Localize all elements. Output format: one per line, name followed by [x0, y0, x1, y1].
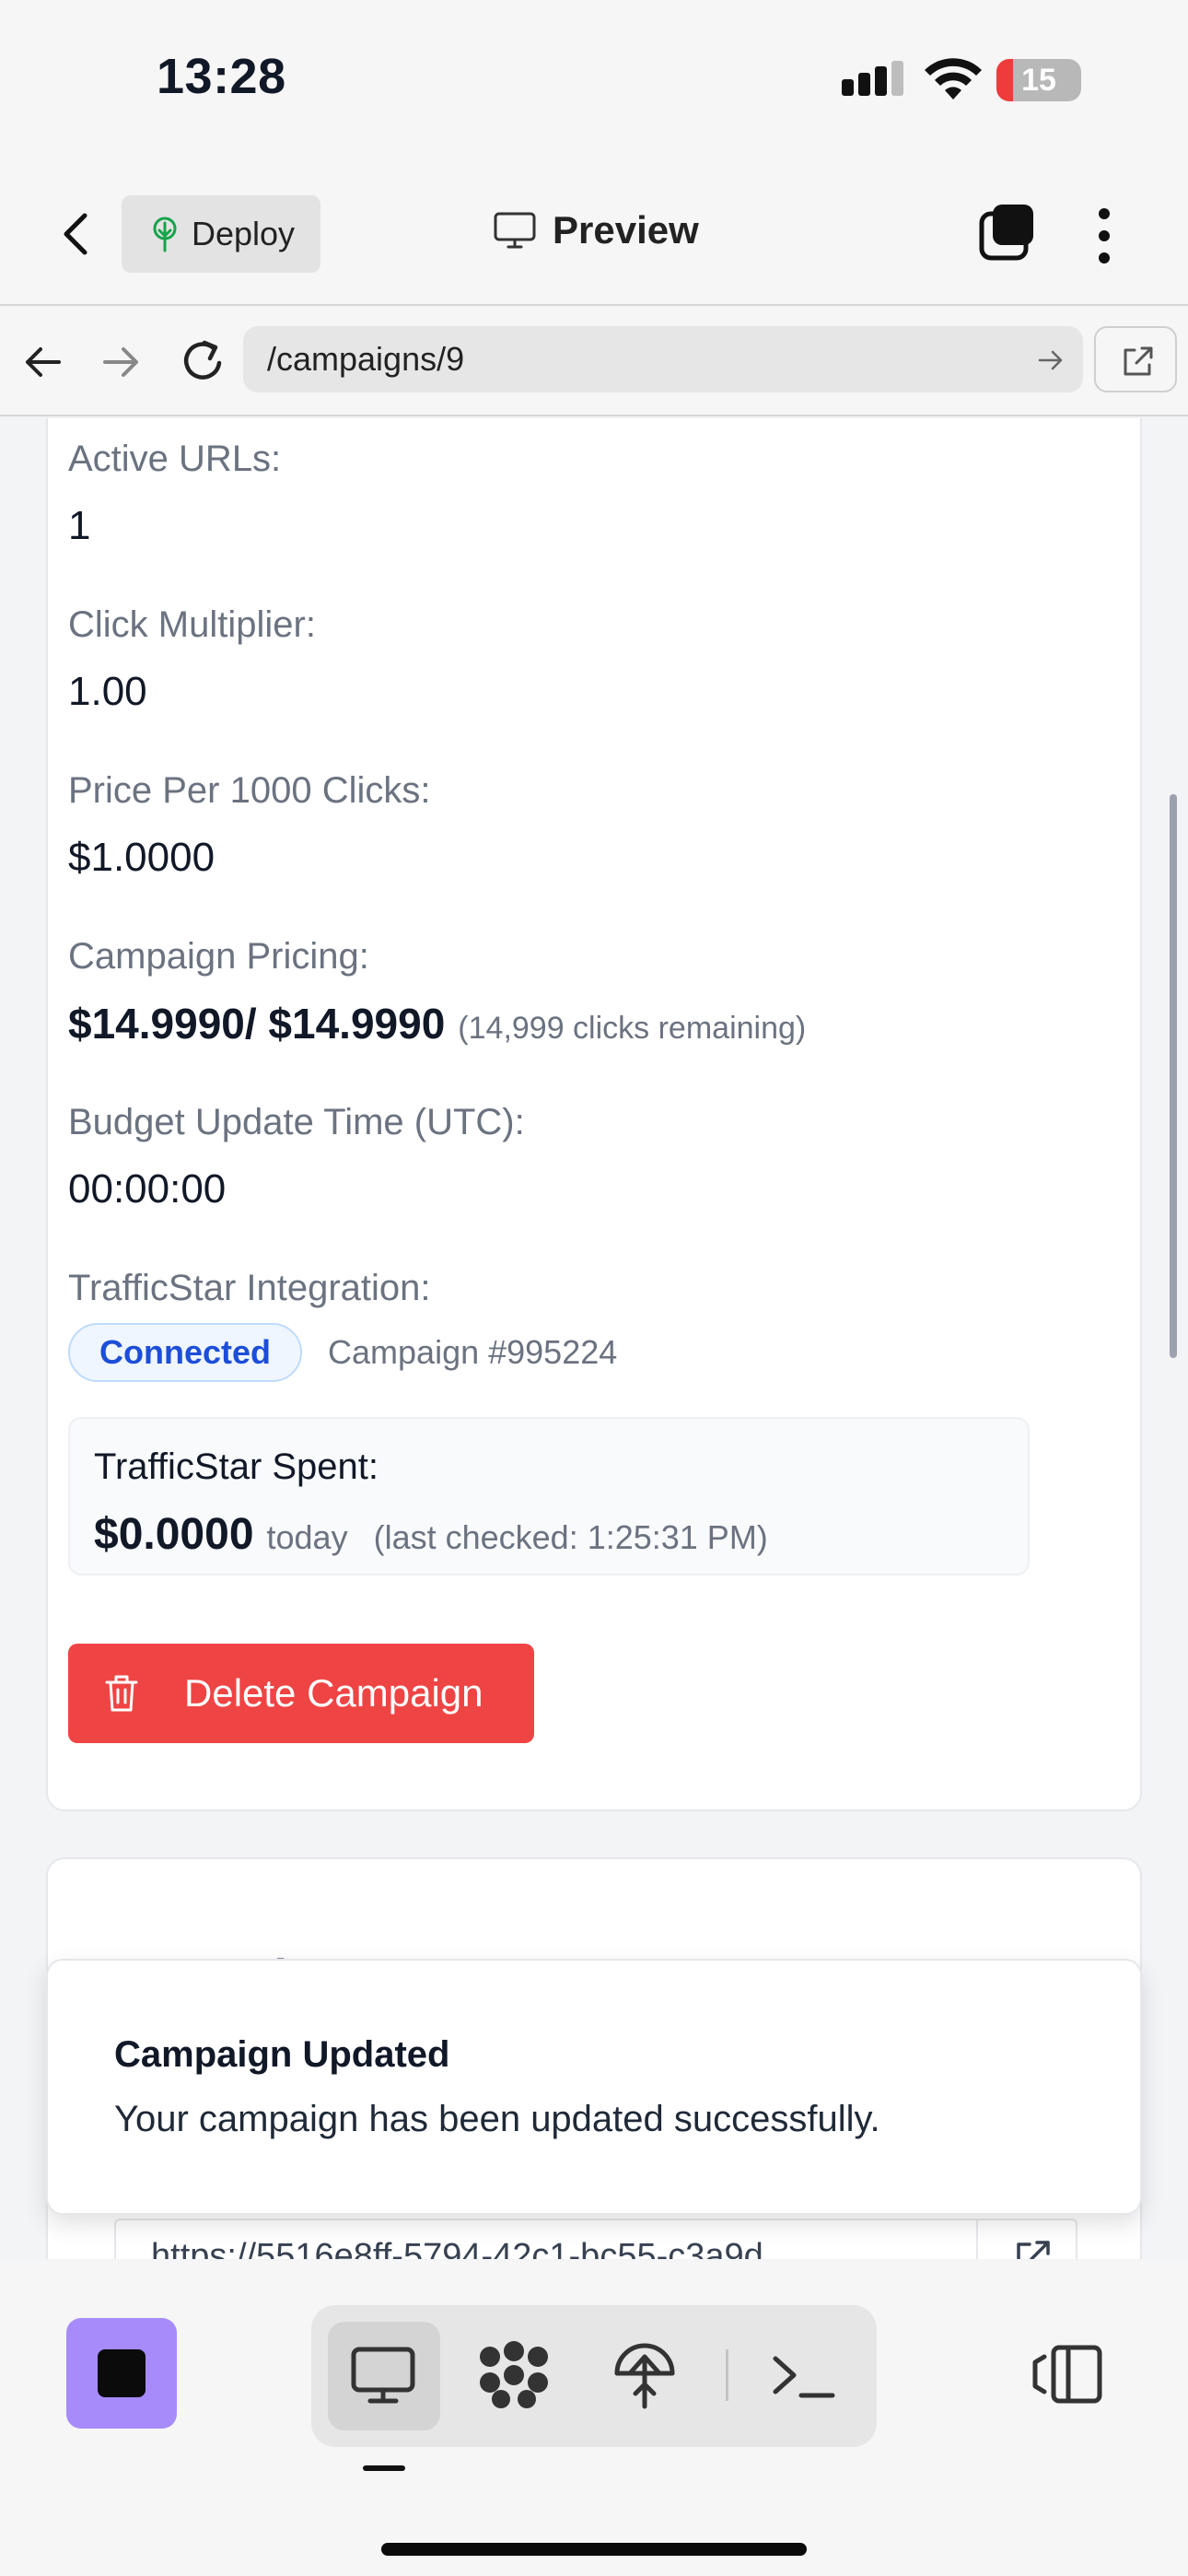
trafficstar-status-row: Connected Campaign #995224 [68, 1323, 617, 1382]
campaign-pricing-label: Campaign Pricing: [68, 936, 369, 977]
desktop-icon[interactable] [346, 2338, 420, 2412]
spent-period: today [266, 1518, 348, 1556]
deploy-button[interactable]: Deploy [122, 195, 320, 273]
url-row-divider [976, 2220, 978, 2259]
url-input[interactable]: /campaigns/9 [243, 326, 1083, 392]
preview-label: Preview [553, 208, 699, 252]
bottom-toolbar [0, 2261, 1188, 2576]
spent-row: $0.0000 today (last checked: 1:25:31 PM) [94, 1509, 768, 1560]
delete-campaign-button[interactable]: Delete Campaign [68, 1644, 534, 1743]
nav-back-arrow-icon[interactable] [22, 341, 64, 383]
browser-url-bar: /campaigns/9 [0, 308, 1188, 416]
toolbar-divider [726, 2349, 728, 2401]
campaign-pricing-row: $14.9990/ $14.9990 (14,999 clicks remain… [68, 999, 806, 1048]
battery-level: 15 [1021, 63, 1056, 98]
campaign-url-text: https://5516e8ff-5794-42c1-bc55-c3a9d... [151, 2237, 793, 2259]
trafficstar-campaign-id: Campaign #995224 [328, 1333, 618, 1371]
budget-update-value: 00:00:00 [68, 1166, 227, 1212]
url-text: /campaigns/9 [267, 340, 465, 378]
status-bar: 13:28 15 [0, 0, 1188, 166]
home-indicator [381, 2543, 807, 2556]
trafficstar-spent-box: TrafficStar Spent: $0.0000 today (last c… [68, 1417, 1030, 1575]
stop-icon [98, 2349, 146, 2397]
status-time: 13:28 [157, 49, 286, 104]
price-per-1000-value: $1.0000 [68, 835, 215, 880]
back-chevron-icon[interactable] [50, 206, 105, 262]
panel-toggle-icon[interactable] [1031, 2344, 1105, 2405]
campaign-url-row[interactable]: https://5516e8ff-5794-42c1-bc55-c3a9d... [114, 2219, 1077, 2259]
preview-title: Preview [494, 208, 699, 252]
terminal-icon[interactable] [766, 2338, 840, 2412]
page-scrollbar[interactable] [1170, 794, 1177, 1358]
go-arrow-icon[interactable] [1037, 346, 1065, 374]
deploy-icon[interactable] [608, 2338, 681, 2412]
toast-notification: Campaign Updated Your campaign has been … [46, 1959, 1142, 2215]
toast-description: Your campaign has been updated successfu… [114, 2099, 880, 2139]
open-external-button[interactable] [1094, 326, 1177, 392]
deploy-tree-icon [153, 217, 177, 252]
deploy-label: Deploy [192, 215, 296, 252]
battery-icon: 15 [996, 59, 1081, 101]
trash-icon [105, 1675, 138, 1712]
active-urls-label: Active URLs: [68, 439, 282, 479]
campaign-pricing-value: $14.9990/ $14.9990 [68, 1000, 446, 1048]
more-options-icon[interactable] [1090, 206, 1118, 265]
wifi-icon [925, 58, 982, 100]
delete-campaign-label: Delete Campaign [184, 1671, 483, 1715]
cellular-signal-icon [842, 61, 903, 96]
toast-title: Campaign Updated [114, 2034, 450, 2075]
reload-icon[interactable] [177, 335, 228, 387]
trafficstar-label: TrafficStar Integration: [68, 1268, 431, 1308]
price-per-1000-label: Price Per 1000 Clicks: [68, 770, 431, 811]
budget-update-label: Budget Update Time (UTC): [68, 1102, 525, 1142]
clicks-remaining: (14,999 clicks remaining) [458, 1011, 807, 1046]
last-checked: (last checked: 1:25:31 PM) [373, 1518, 768, 1556]
click-multiplier-label: Click Multiplier: [68, 604, 316, 645]
app-screen: 13:28 15 Deploy Preview /campaigns/9 Act… [0, 0, 1188, 2576]
active-tab-indicator [363, 2465, 405, 2471]
spent-label: TrafficStar Spent: [94, 1446, 379, 1487]
integrations-icon[interactable] [477, 2338, 551, 2412]
stop-button[interactable] [66, 2318, 177, 2429]
tabs-icon[interactable] [978, 203, 1037, 262]
connected-badge: Connected [68, 1323, 303, 1382]
monitor-icon [494, 212, 536, 249]
view-switcher [311, 2305, 877, 2447]
click-multiplier-value: 1.00 [68, 669, 147, 714]
external-link-icon[interactable] [1013, 2237, 1054, 2259]
app-header: Deploy Preview [0, 166, 1188, 306]
external-link-icon [1124, 346, 1153, 376]
active-urls-value: 1 [68, 503, 91, 548]
nav-forward-arrow-icon[interactable] [99, 341, 142, 383]
spent-amount: $0.0000 [94, 1510, 254, 1559]
battery-nub [1076, 72, 1081, 88]
